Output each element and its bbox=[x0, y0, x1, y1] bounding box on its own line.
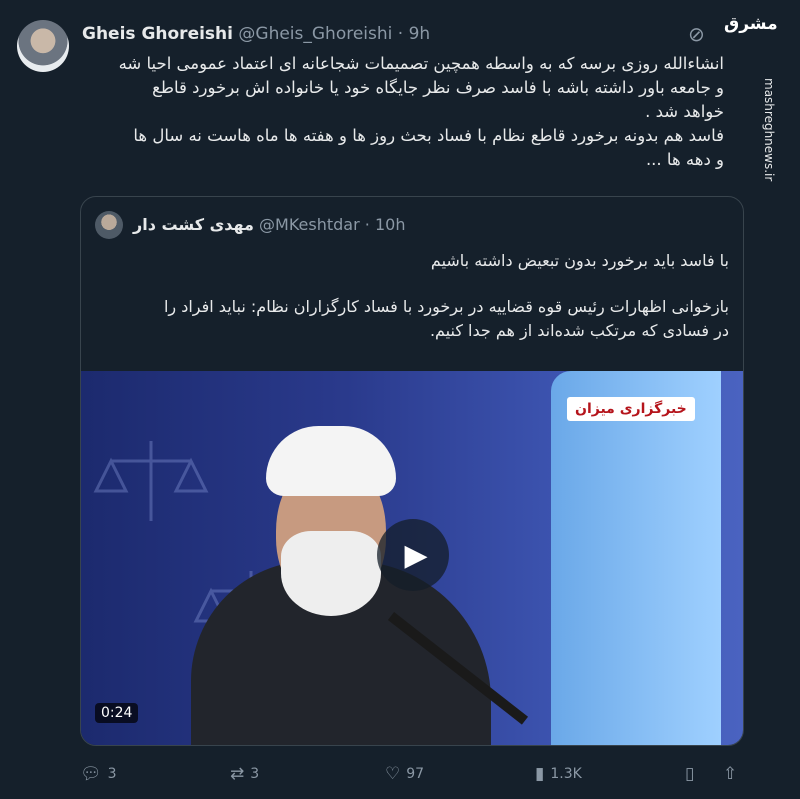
quoted-separator: · bbox=[364, 215, 370, 234]
flag-background bbox=[551, 371, 721, 745]
retweet-count: 3 bbox=[250, 766, 260, 782]
share-button[interactable]: ⇧ bbox=[723, 764, 737, 784]
news-agency-badge: خبرگزاری میزان bbox=[567, 397, 695, 421]
author-handle[interactable]: @Gheis_Ghoreishi bbox=[238, 24, 392, 44]
retweet-button[interactable]: ⇄ 3 bbox=[230, 764, 259, 784]
retweet-icon: ⇄ bbox=[230, 764, 245, 784]
grok-icon[interactable]: ⊘ bbox=[688, 22, 710, 46]
like-count: 97 bbox=[406, 766, 425, 782]
share-icon: ⇧ bbox=[723, 764, 738, 784]
tweet-time[interactable]: 9h bbox=[409, 24, 431, 44]
video-duration: 0:24 bbox=[95, 703, 139, 723]
quoted-name[interactable]: مهدی کشت دار bbox=[133, 215, 254, 234]
bookmark-button[interactable]: ▯ bbox=[685, 764, 694, 784]
quoted-tweet[interactable]: مهدی کشت دار @MKeshtdar · 10h با فاسد با… bbox=[80, 196, 744, 746]
quoted-header: مهدی کشت دار @MKeshtdar · 10h bbox=[133, 215, 405, 234]
reply-icon: 💬︎ bbox=[80, 764, 102, 784]
tweet-text: انشاءالله روزی برسه که به واسطه همچین تص… bbox=[82, 52, 724, 172]
quoted-line: بازخوانی اظهارات رئیس قوه قضاییه در برخو… bbox=[163, 297, 729, 316]
speaker-turban bbox=[266, 426, 396, 496]
quoted-text: با فاسد باید برخورد بدون تبعیض داشته باش… bbox=[95, 249, 729, 343]
play-icon: ▶ bbox=[404, 537, 428, 573]
video-player[interactable]: خبرگزاری میزان ▶ 0:24 bbox=[81, 371, 743, 745]
views-icon: ▮ bbox=[535, 764, 545, 784]
views-count: 1.3K bbox=[550, 766, 582, 782]
tweet-line: فاسد هم بدونه برخورد قاطع نظام با فساد ب… bbox=[133, 126, 724, 145]
quoted-handle[interactable]: @MKeshtdar bbox=[259, 215, 360, 234]
heart-icon: ♡ bbox=[385, 764, 401, 784]
play-button[interactable]: ▶ bbox=[377, 519, 449, 591]
quoted-line: با فاسد باید برخورد بدون تبعیض داشته باش… bbox=[430, 251, 729, 270]
quoted-line: در فسادی که مرتکب شده‌اند از هم جدا کنیم… bbox=[429, 321, 729, 340]
mashregh-logo: مشرق bbox=[724, 14, 778, 34]
tweet-line: و دهه ها ... bbox=[645, 150, 724, 169]
tweet-line: خواهد شد . bbox=[645, 102, 724, 121]
bookmark-icon: ▯ bbox=[685, 764, 695, 784]
action-bar: 💬︎ 3 ⇄ 3 ♡ 97 ▮ 1.3K ▯ ⇧ bbox=[80, 764, 742, 784]
like-button[interactable]: ♡ 97 bbox=[385, 764, 424, 784]
author-avatar[interactable] bbox=[17, 20, 69, 72]
watermark: mashreghnews.ir bbox=[762, 78, 776, 182]
reply-button[interactable]: 💬︎ 3 bbox=[80, 764, 117, 784]
speaker-beard bbox=[281, 531, 381, 616]
header-separator: · bbox=[397, 24, 404, 44]
quoted-avatar[interactable] bbox=[95, 211, 123, 239]
reply-count: 3 bbox=[107, 766, 117, 782]
author-name[interactable]: Gheis Ghoreishi bbox=[82, 24, 233, 44]
views-button[interactable]: ▮ 1.3K bbox=[535, 764, 582, 784]
tweet-header: Gheis Ghoreishi @Gheis_Ghoreishi · 9h bbox=[82, 24, 430, 44]
tweet-line: انشاءالله روزی برسه که به واسطه همچین تص… bbox=[118, 54, 724, 73]
quoted-time: 10h bbox=[374, 215, 406, 234]
tweet-line: و جامعه باور داشته باشه با فاسد صرف نظر … bbox=[152, 78, 724, 97]
